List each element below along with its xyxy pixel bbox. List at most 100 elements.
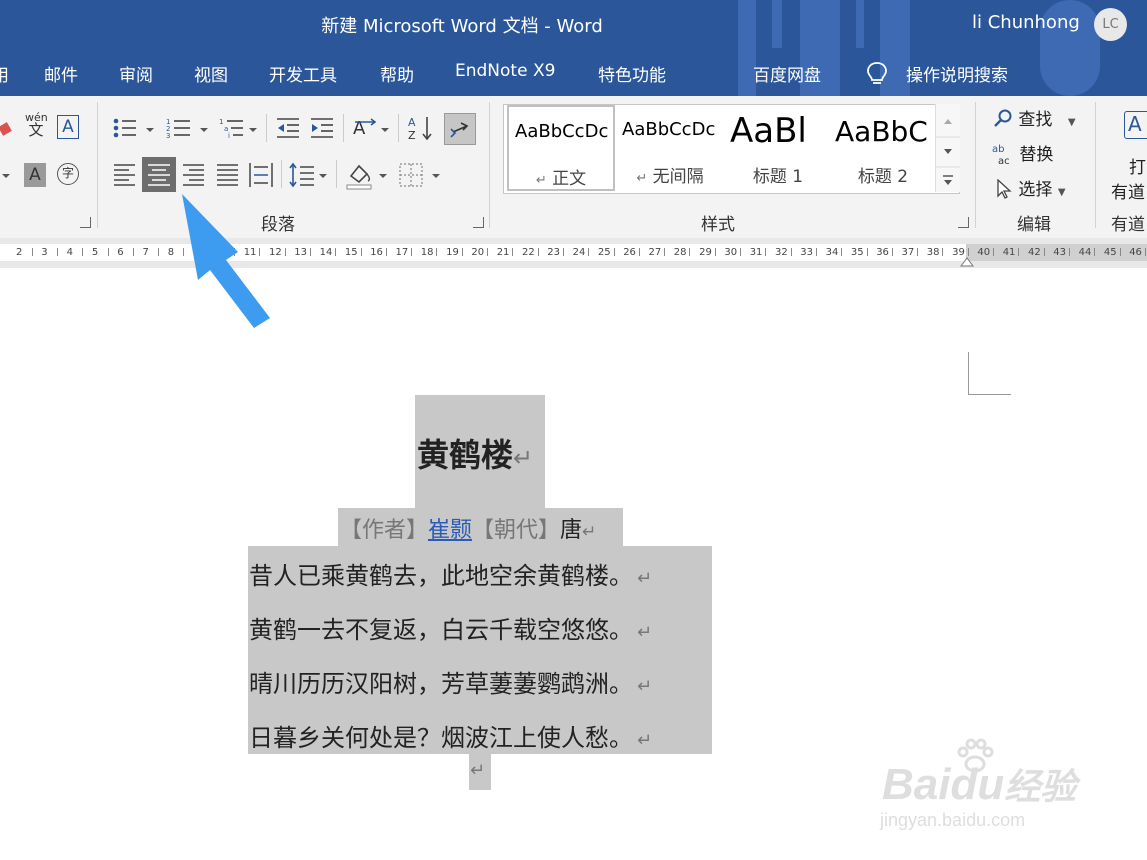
chevron-down-icon[interactable] xyxy=(319,174,327,178)
tab-help[interactable]: 帮助 xyxy=(380,61,414,86)
ruler-number: 23 xyxy=(547,247,561,258)
tab-view[interactable]: 视图 xyxy=(194,61,228,86)
ruler-number: 15 xyxy=(344,247,358,258)
ruler-tick xyxy=(461,248,463,256)
poem-line[interactable]: 日暮乡关何处是？烟波江上使人愁。 ↵ xyxy=(249,718,652,753)
find-button[interactable]: 查找 ▼ xyxy=(993,105,1076,130)
byline[interactable]: 【作者】崔颢【朝代】唐↵ xyxy=(340,512,596,544)
multilevel-list-icon[interactable]: 1ai xyxy=(219,116,245,140)
align-right-icon[interactable] xyxy=(182,162,206,188)
character-shading-icon[interactable]: A xyxy=(24,163,46,187)
ruler-number: 13 xyxy=(294,247,308,258)
enclose-characters-icon[interactable]: 字 xyxy=(57,163,79,185)
ruler-tick xyxy=(487,248,489,256)
shading-icon[interactable] xyxy=(345,160,375,190)
ruler-number: 41 xyxy=(1002,247,1016,258)
align-left-icon[interactable] xyxy=(113,162,137,188)
dynasty-tag: 【朝代】 xyxy=(472,518,561,543)
style-sample: AaBbC xyxy=(835,115,928,148)
poem-title[interactable]: 黄鹤楼↵ xyxy=(417,430,533,476)
chevron-down-icon[interactable] xyxy=(381,128,389,132)
ruler-tick xyxy=(512,248,514,256)
tab-developer[interactable]: 开发工具 xyxy=(269,61,337,86)
ruler-number: 7 xyxy=(142,247,149,258)
poem-line[interactable]: 晴川历历汉阳树，芳草萋萋鹦鹉洲。 ↵ xyxy=(249,664,652,699)
distributed-icon[interactable] xyxy=(248,162,274,188)
justify-icon[interactable] xyxy=(216,162,240,188)
phonetic-guide-icon[interactable]: wén 文 xyxy=(25,112,48,139)
find-label: 查找 xyxy=(1018,110,1053,130)
group-separator xyxy=(1095,102,1096,228)
style-sample: AaBbCcDc xyxy=(622,119,716,140)
ruler-number: 33 xyxy=(800,247,814,258)
tab-review[interactable]: 审阅 xyxy=(119,61,153,86)
chevron-down-icon[interactable] xyxy=(200,128,208,132)
select-button[interactable]: 选择 ▼ xyxy=(995,175,1066,200)
styles-gallery-scroll[interactable] xyxy=(935,104,960,192)
show-formatting-marks-button[interactable] xyxy=(444,113,476,145)
replace-button[interactable]: ab ac 替换 xyxy=(992,140,1053,167)
svg-text:Z: Z xyxy=(408,129,416,142)
ruler-tick xyxy=(866,248,868,256)
poem-line-text: 日暮乡关何处是？烟波江上使人愁。 xyxy=(249,724,633,752)
sort-icon[interactable]: AZ xyxy=(408,114,434,142)
tab-mailings[interactable]: 邮件 xyxy=(44,61,78,86)
increase-indent-icon[interactable] xyxy=(309,116,335,140)
tell-me-search[interactable]: 操作说明搜索 xyxy=(906,61,1008,86)
style-no-spacing[interactable]: AaBbCcDc ↵ 无间隔 xyxy=(616,105,724,191)
annotation-arrow-icon xyxy=(182,194,270,328)
paragraph-mark: ↵ xyxy=(637,568,653,589)
poem-line[interactable]: 昔人已乘黄鹤去，此地空余黄鹤楼。 ↵ xyxy=(249,556,652,591)
svg-text:A: A xyxy=(408,116,416,129)
text-direction-icon[interactable]: A xyxy=(351,115,379,141)
ruler-tick xyxy=(689,248,691,256)
character-border-icon[interactable]: A xyxy=(57,115,79,139)
select-label: 选择 xyxy=(1018,180,1053,200)
font-dialog-launcher-icon[interactable] xyxy=(80,217,91,228)
lightbulb-icon[interactable] xyxy=(866,61,888,87)
poem-line-text: 昔人已乘黄鹤去，此地空余黄鹤楼。 xyxy=(249,562,633,590)
chevron-down-icon[interactable] xyxy=(379,174,387,178)
svg-text:1: 1 xyxy=(219,118,223,126)
ruler-tick xyxy=(815,248,817,256)
user-name[interactable]: li Chunhong xyxy=(972,12,1080,33)
youdao-name-label[interactable]: 有道 xyxy=(1111,178,1145,203)
right-indent-marker-icon[interactable] xyxy=(960,256,974,268)
chevron-down-icon[interactable] xyxy=(432,174,440,178)
empty-paragraph[interactable]: ↵ xyxy=(470,760,485,781)
bullets-icon[interactable] xyxy=(112,116,138,140)
poem-line[interactable]: 黄鹤一去不复返，白云千载空悠悠。 ↵ xyxy=(249,610,652,645)
ruler-number: 2 xyxy=(16,247,23,258)
tab-endnote[interactable]: EndNote X9 xyxy=(455,61,555,81)
search-icon xyxy=(994,109,1012,127)
ruler-number: 42 xyxy=(1028,247,1041,258)
styles-gallery: AaBbCcDc ↵ 正文 AaBbCcDc ↵ 无间隔 AaBl 标题 1 A… xyxy=(503,104,960,194)
style-normal[interactable]: AaBbCcDc ↵ 正文 xyxy=(507,105,615,191)
align-center-button[interactable] xyxy=(142,157,176,192)
eraser-icon[interactable] xyxy=(0,118,14,140)
styles-dialog-launcher-icon[interactable] xyxy=(958,217,969,228)
style-heading-2[interactable]: AaBbC 标题 2 xyxy=(829,105,937,191)
decrease-indent-icon[interactable] xyxy=(275,116,301,140)
ruler-tick xyxy=(1119,248,1121,256)
tab-special-features[interactable]: 特色功能 xyxy=(598,61,666,86)
numbering-icon[interactable]: 123 xyxy=(166,116,192,140)
chevron-down-icon[interactable] xyxy=(2,174,10,178)
youdao-open-label[interactable]: 打 xyxy=(1129,153,1146,178)
poem-line-text: 黄鹤一去不复返，白云千载空悠悠。 xyxy=(249,616,633,644)
pinyin-char: 文 xyxy=(28,121,44,139)
chevron-down-icon: ▼ xyxy=(1057,187,1066,198)
ruler-tick xyxy=(1068,248,1070,256)
tab-baidu-netdisk[interactable]: 百度网盘 xyxy=(753,61,821,86)
author-link[interactable]: 崔颢 xyxy=(428,518,472,543)
chevron-down-icon[interactable] xyxy=(249,128,257,132)
avatar[interactable]: LC xyxy=(1094,8,1127,41)
chevron-down-icon[interactable] xyxy=(146,128,154,132)
tab-references[interactable]: 用 xyxy=(0,61,9,86)
watermark-brand: Bai xyxy=(882,760,951,809)
line-spacing-icon[interactable] xyxy=(288,161,316,189)
paragraph-dialog-launcher-icon[interactable] xyxy=(473,217,484,228)
borders-icon[interactable] xyxy=(398,162,424,188)
style-heading-1[interactable]: AaBl 标题 1 xyxy=(724,105,832,191)
youdao-translate-icon[interactable]: A xyxy=(1124,111,1147,139)
